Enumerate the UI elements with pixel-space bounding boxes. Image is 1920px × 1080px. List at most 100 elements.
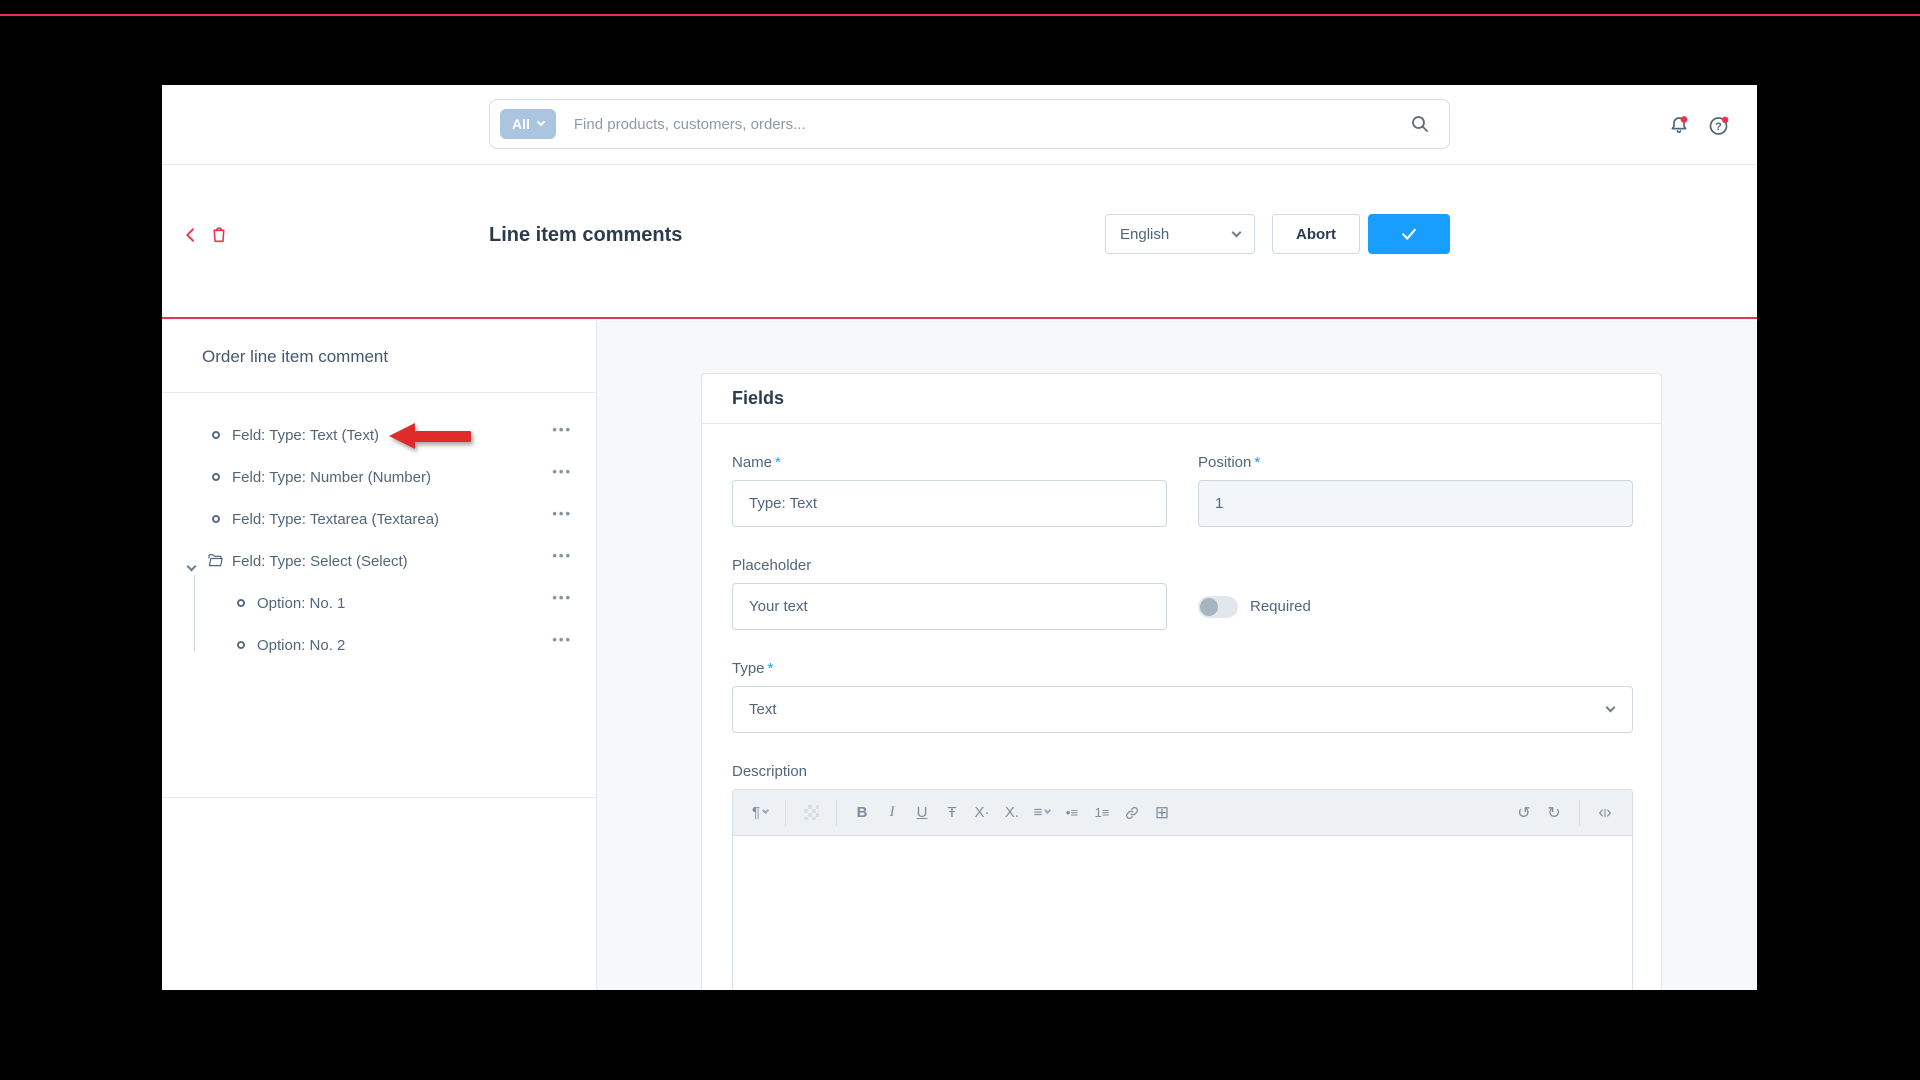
circle-bullet-icon: [212, 473, 220, 481]
tree-item-label: Feld: Type: Select (Select): [232, 553, 408, 570]
subscript-button[interactable]: X.: [999, 798, 1025, 828]
tree-item-text-field[interactable]: Feld: Type: Text (Text) •••: [162, 414, 596, 456]
undo-icon: ↺: [1517, 804, 1531, 822]
language-select-value: English: [1120, 225, 1170, 243]
name-input[interactable]: [732, 480, 1167, 527]
bag-icon: [206, 221, 232, 247]
check-icon: [1402, 228, 1416, 240]
name-label: Name *: [732, 454, 1167, 472]
global-search-box[interactable]: All: [489, 99, 1450, 149]
tree-panel: Order line item comment Feld: Type: Text…: [162, 321, 597, 990]
abort-button[interactable]: Abort: [1272, 214, 1360, 254]
divider: [162, 797, 596, 798]
bell-icon: [1671, 116, 1688, 133]
form-row-description: Description ¶ B I U Ŧ X· X. ≡ •≡ 1≡ ⊞ ↺ …: [732, 763, 1633, 990]
circle-bullet-icon: [237, 641, 245, 649]
context-menu-button[interactable]: •••: [552, 590, 572, 605]
page-title: Line item comments: [489, 224, 683, 246]
required-toggle[interactable]: [1198, 595, 1238, 618]
circle-bullet-icon: [212, 431, 220, 439]
insert-image-button[interactable]: [798, 798, 824, 828]
form-row-placeholder-required: Placeholder Required: [732, 557, 1631, 630]
chevron-down-icon: [1044, 806, 1052, 815]
back-icon: [186, 228, 194, 242]
placeholder-input[interactable]: [732, 583, 1167, 630]
placeholder-label: Placeholder: [732, 557, 812, 574]
search-input[interactable]: [571, 114, 1409, 134]
tree-item-label: Feld: Type: Textarea (Textarea): [232, 511, 440, 528]
editor-toolbar: ¶ B I U Ŧ X· X. ≡ •≡ 1≡ ⊞ ↺ ↻: [733, 790, 1632, 836]
tree-item-number-field[interactable]: Feld: Type: Number (Number) •••: [162, 456, 596, 498]
required-mark: *: [767, 660, 774, 677]
collapse-toggle[interactable]: [186, 557, 197, 575]
type-label: Type *: [732, 660, 1633, 678]
screenshot-stage: All Find products, customers, orders... …: [0, 0, 1920, 1080]
chevron-down-icon: [761, 806, 770, 815]
context-menu-button[interactable]: •••: [552, 548, 572, 563]
context-menu-button[interactable]: •••: [552, 632, 572, 647]
fields-card-title: Fields: [732, 388, 785, 408]
tree-item-option-2[interactable]: Option: No. 2 •••: [162, 624, 596, 666]
tree-item-textarea-field[interactable]: Feld: Type: Textarea (Textarea) •••: [162, 498, 596, 540]
tree-item-label: Feld: Type: Number (Number): [232, 469, 431, 486]
redo-icon: ↻: [1547, 804, 1561, 822]
label-text: Position: [1198, 454, 1252, 471]
notifications-button[interactable]: [1666, 113, 1692, 139]
description-label: Description: [732, 763, 808, 780]
help-button[interactable]: ?: [1706, 113, 1732, 139]
link-icon: [1126, 806, 1138, 819]
strikethrough-button[interactable]: Ŧ: [939, 798, 965, 828]
type-select-value: Text: [749, 701, 777, 718]
redo-button[interactable]: ↻: [1541, 798, 1567, 828]
code-icon: [1599, 808, 1611, 817]
context-menu-button[interactable]: •••: [552, 464, 572, 479]
folder-open-icon: [206, 551, 224, 574]
table-button[interactable]: ⊞: [1149, 798, 1175, 828]
help-icon: ?: [1709, 116, 1729, 135]
ordered-list-button[interactable]: 1≡: [1089, 798, 1115, 828]
italic-button[interactable]: I: [879, 798, 905, 828]
placeholder-field-group: Placeholder: [732, 557, 1167, 630]
search-icon[interactable]: [1409, 113, 1431, 135]
back-button[interactable]: [178, 222, 204, 248]
content-area: Order line item comment Feld: Type: Text…: [162, 321, 1757, 990]
bold-button[interactable]: B: [849, 798, 875, 828]
field-tree: Feld: Type: Text (Text) ••• Feld: Type: …: [162, 414, 596, 666]
bullet-list-button[interactable]: •≡: [1059, 798, 1085, 828]
link-button[interactable]: [1119, 798, 1145, 828]
tree-item-label: Feld: Type: Text (Text): [232, 427, 380, 444]
paragraph-format-button[interactable]: ¶: [747, 798, 773, 828]
svg-text:?: ?: [1715, 121, 1722, 133]
required-toggle-label: Required: [1250, 598, 1311, 615]
tree-item-select-field[interactable]: Feld: Type: Select (Select) •••: [162, 540, 596, 582]
toolbar-separator: [785, 799, 786, 826]
superscript-button[interactable]: X·: [969, 798, 995, 828]
tree-item-label: Option: No. 1: [257, 595, 346, 612]
admin-app-window: All Find products, customers, orders... …: [162, 85, 1757, 990]
chevron-down-icon: [536, 117, 546, 127]
name-field-group: Name *: [732, 454, 1167, 527]
undo-button[interactable]: ↺: [1511, 798, 1537, 828]
align-button[interactable]: ≡: [1029, 798, 1055, 828]
context-menu-button[interactable]: •••: [552, 422, 572, 437]
search-scope-label: All: [512, 116, 530, 132]
save-confirm-button[interactable]: [1368, 214, 1450, 254]
position-label: Position *: [1198, 454, 1633, 472]
paragraph-icon: ¶: [751, 804, 761, 821]
fields-card-header: Fields: [702, 374, 1661, 424]
language-select[interactable]: English: [1105, 214, 1255, 254]
editor-content-area[interactable]: [733, 836, 1632, 990]
circle-bullet-icon: [212, 515, 220, 523]
label-text: Type: [732, 660, 765, 677]
circle-bullet-icon: [237, 599, 245, 607]
rich-text-editor: ¶ B I U Ŧ X· X. ≡ •≡ 1≡ ⊞ ↺ ↻: [732, 789, 1633, 990]
align-icon: ≡: [1033, 804, 1043, 821]
context-menu-button[interactable]: •••: [552, 506, 572, 521]
search-scope-dropdown[interactable]: All: [500, 109, 556, 139]
red-arrow-tail: [415, 430, 471, 442]
code-view-button[interactable]: [1592, 798, 1618, 828]
chevron-down-icon: [1605, 702, 1616, 713]
type-select[interactable]: Text: [732, 686, 1633, 733]
underline-button[interactable]: U: [909, 798, 935, 828]
tree-item-option-1[interactable]: Option: No. 1 •••: [162, 582, 596, 624]
